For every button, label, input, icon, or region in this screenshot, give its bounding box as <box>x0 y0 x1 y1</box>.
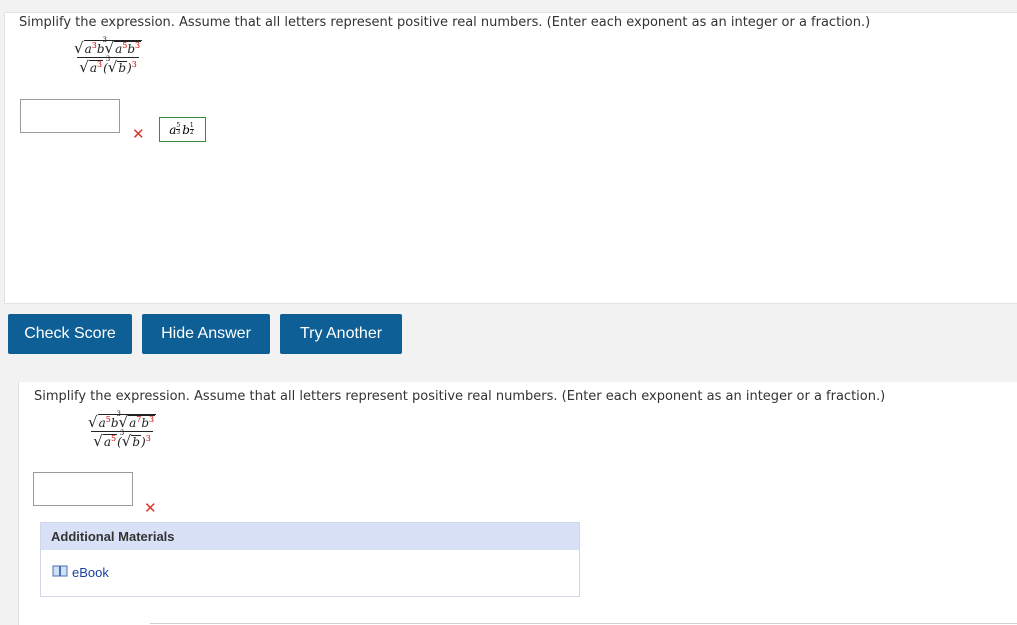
additional-materials-title: Additional Materials <box>41 523 579 550</box>
ebook-label[interactable]: eBook <box>72 565 109 580</box>
book-icon <box>52 565 68 580</box>
question-1-panel <box>4 12 1017 304</box>
correct-answer-display: a53b12 <box>159 117 206 142</box>
question-2-answer-input[interactable] <box>33 472 133 506</box>
question-1-expression: √ a3b 3 √ a5b3 √ a3(3 √ b)3 <box>74 35 143 77</box>
wrong-x-icon: ✕ <box>132 125 145 143</box>
ebook-link[interactable]: eBook <box>52 565 109 580</box>
check-score-button[interactable]: Check Score <box>8 314 132 354</box>
try-another-button[interactable]: Try Another <box>280 314 402 354</box>
question-1-prompt: Simplify the expression. Assume that all… <box>19 15 871 30</box>
wrong-x-icon: ✕ <box>144 499 157 517</box>
divider <box>150 623 1017 624</box>
question-2-expression: √ a5b 3 √ a7b3 √ a5(3 √ b)3 <box>88 409 157 451</box>
question-1-answer-input[interactable] <box>20 99 120 133</box>
question-2-prompt: Simplify the expression. Assume that all… <box>34 389 886 404</box>
additional-materials-box: Additional Materials eBook <box>40 522 580 597</box>
hide-answer-button[interactable]: Hide Answer <box>142 314 270 354</box>
